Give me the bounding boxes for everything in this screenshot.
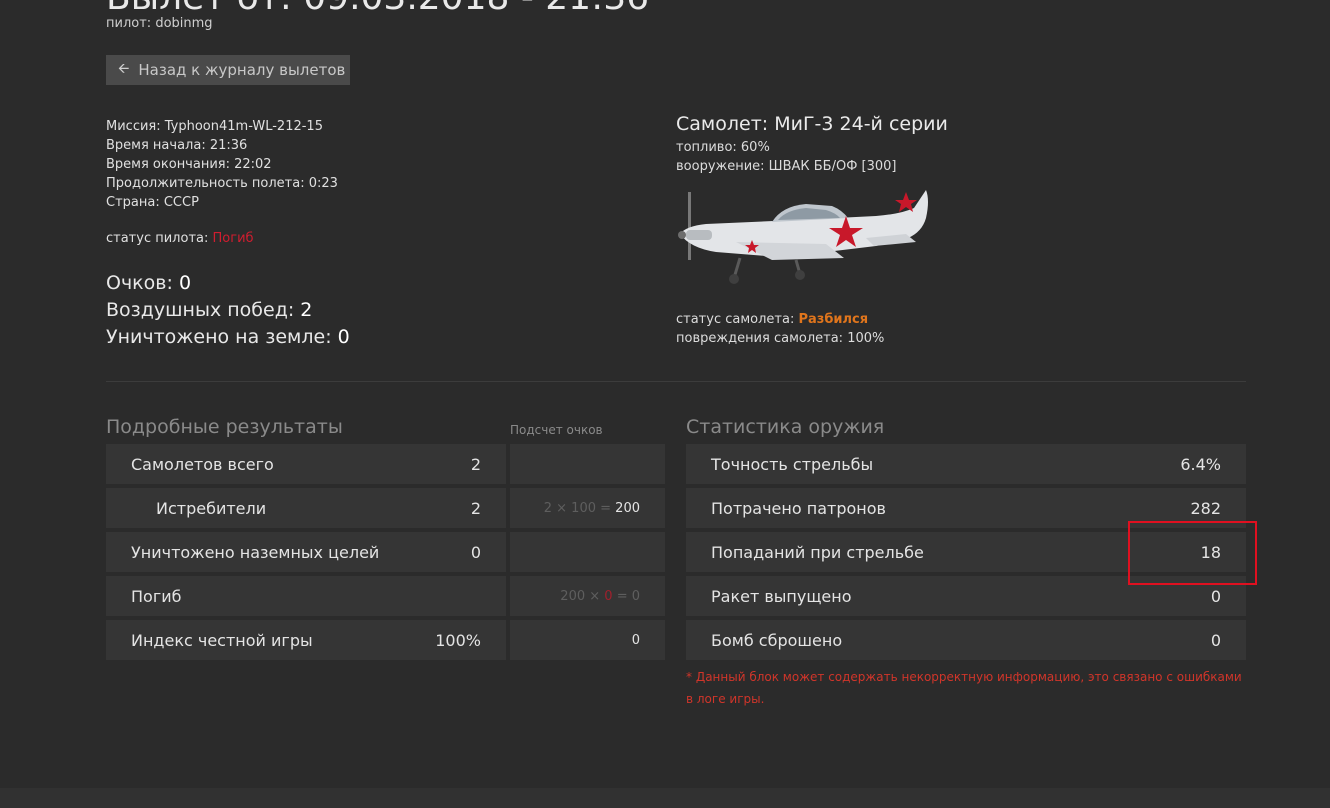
aircraft-status-value: Разбился bbox=[798, 312, 869, 327]
score-calc-result: 0 bbox=[631, 632, 640, 648]
weapon-row-value: 0 bbox=[1210, 586, 1221, 606]
weapon-stats-heading: Статистика оружия bbox=[686, 416, 885, 438]
detailed-row: Уничтожено наземных целей 0 bbox=[106, 532, 506, 572]
back-to-log-button[interactable]: 🡨 Назад к журналу вылетов bbox=[106, 55, 350, 85]
mission-line: Миссия: Typhoon41m-WL-212-15 bbox=[106, 119, 323, 134]
aircraft-title: Самолет: МиГ-3 24-й серии bbox=[676, 113, 948, 135]
duration-line: Продолжительность полета: 0:23 bbox=[106, 176, 338, 191]
weapon-row-label: Бомб сброшено bbox=[711, 630, 843, 650]
weapon-row-value: 282 bbox=[1190, 498, 1221, 518]
detailed-row-label: Погиб bbox=[131, 586, 182, 606]
fuel-line: топливо: 60% bbox=[676, 140, 770, 155]
score-calc-formula: 200 × bbox=[560, 588, 601, 604]
weapon-row: Бомб сброшено 0 bbox=[686, 620, 1246, 660]
weapons-line: вооружение: ШВАК ББ/ОФ [300] bbox=[676, 159, 897, 174]
air-wins-value: 2 bbox=[300, 299, 313, 321]
detailed-row: Самолетов всего 2 bbox=[106, 444, 506, 484]
points-value: 0 bbox=[178, 272, 192, 294]
detailed-row-label: Самолетов всего bbox=[131, 454, 274, 474]
points-stat: Очков: 0 bbox=[106, 270, 350, 297]
detailed-results-heading: Подробные результаты bbox=[106, 416, 343, 438]
detailed-row: Индекс честной игры 100% bbox=[106, 620, 506, 660]
score-calc-cell: 0 bbox=[510, 620, 665, 660]
aircraft-status: статус самолета: Разбился повреждения са… bbox=[676, 310, 884, 348]
detailed-row-value: 2 bbox=[470, 498, 481, 518]
ground-kills-stat: Уничтожено на земле: 0 bbox=[106, 324, 350, 351]
pilot-status-value: Погиб bbox=[212, 231, 254, 246]
score-calc-heading: Подсчет очков bbox=[510, 423, 603, 437]
score-calc-result: 200 bbox=[615, 500, 640, 516]
score-calc-cell bbox=[510, 444, 665, 484]
detailed-row-label: Истребители bbox=[156, 498, 267, 518]
ground-kills-label: Уничтожено на земле: bbox=[106, 326, 332, 348]
weapon-stats-footnote: * Данный блок может содержать некорректн… bbox=[686, 670, 1242, 706]
summary-stats: Очков: 0 Воздушных побед: 2 Уничтожено н… bbox=[106, 270, 350, 351]
end-time-line: Время окончания: 22:02 bbox=[106, 157, 272, 172]
weapon-row-label: Точность стрельбы bbox=[711, 454, 874, 474]
detailed-row-label: Уничтожено наземных целей bbox=[131, 542, 380, 562]
detailed-row-value: 0 bbox=[470, 542, 481, 562]
pilot-status: статус пилота: Погиб bbox=[106, 231, 254, 246]
weapon-row-label: Попаданий при стрельбе bbox=[711, 542, 924, 562]
hits-highlight-box bbox=[1128, 521, 1257, 585]
points-label: Очков: bbox=[106, 272, 173, 294]
score-calc-multiplier: 0 bbox=[604, 588, 613, 604]
weapon-row-label: Потрачено патронов bbox=[711, 498, 886, 518]
weapon-row-value: 0 bbox=[1210, 630, 1221, 650]
detailed-row: Истребители 2 bbox=[106, 488, 506, 528]
score-calc-equals: = 0 bbox=[616, 588, 640, 604]
air-wins-stat: Воздушных побед: 2 bbox=[106, 297, 350, 324]
arrow-left-icon: 🡨 bbox=[118, 61, 130, 77]
detailed-row-label: Индекс честной игры bbox=[131, 630, 313, 650]
score-calc-formula: 2 × 100 = bbox=[543, 500, 612, 516]
pilot-line: пилот: dobinmg bbox=[106, 16, 213, 31]
ground-kills-value: 0 bbox=[337, 326, 350, 348]
detailed-row-value: 2 bbox=[470, 454, 481, 474]
score-calc-cell: 2 × 100 = 200 bbox=[510, 488, 665, 528]
start-time-line: Время начала: 21:36 bbox=[106, 138, 248, 153]
weapon-row-value: 6.4% bbox=[1180, 454, 1221, 474]
aircraft-meta: топливо: 60% вооружение: ШВАК ББ/ОФ [300… bbox=[676, 138, 897, 176]
detailed-row: Погиб bbox=[106, 576, 506, 616]
aircraft-status-label: статус самолета: bbox=[676, 312, 795, 327]
aircraft-image bbox=[678, 190, 928, 284]
weapon-row: Точность стрельбы 6.4% bbox=[686, 444, 1246, 484]
footer-band bbox=[0, 788, 1330, 808]
pilot-label: пилот: bbox=[106, 16, 152, 31]
score-calc-cell: 200 × 0 = 0 bbox=[510, 576, 665, 616]
country-line: Страна: СССР bbox=[106, 195, 199, 210]
aircraft-status-line: статус самолета: Разбился bbox=[676, 310, 884, 329]
weapon-row-label: Ракет выпущено bbox=[711, 586, 852, 606]
air-wins-label: Воздушных побед: bbox=[106, 299, 295, 321]
detailed-row-value: 100% bbox=[435, 630, 481, 650]
mission-info: Миссия: Typhoon41m-WL-212-15 Время начал… bbox=[106, 117, 338, 212]
aircraft-damage-line: повреждения самолета: 100% bbox=[676, 331, 885, 346]
page: Вылет от: 09.03.2018 - 21:36 пилот: dobi… bbox=[0, 0, 1330, 808]
back-button-label: Назад к журналу вылетов bbox=[138, 61, 346, 79]
pilot-status-label: статус пилота: bbox=[106, 231, 209, 246]
pilot-name: dobinmg bbox=[155, 16, 213, 31]
section-divider bbox=[106, 381, 1246, 382]
score-calc-cell bbox=[510, 532, 665, 572]
